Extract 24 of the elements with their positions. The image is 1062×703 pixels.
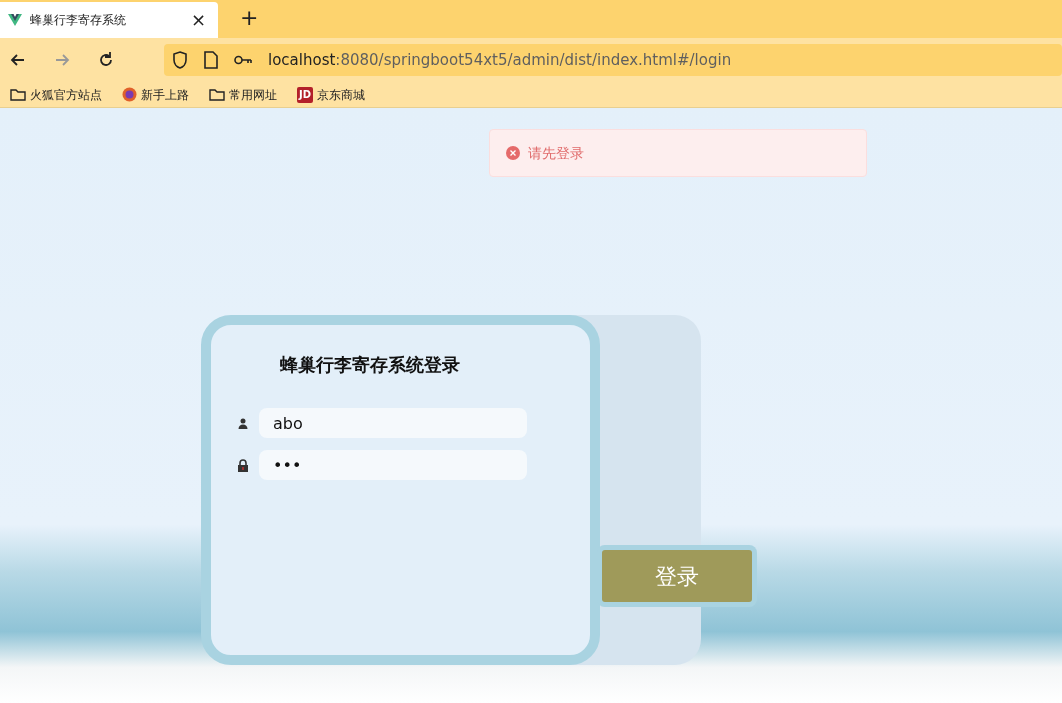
password-field[interactable]: •••	[259, 450, 527, 480]
bookmark[interactable]: 新手上路	[120, 85, 191, 104]
page-icon	[204, 51, 218, 69]
bookmark[interactable]: JD 京东商城	[295, 85, 367, 104]
toast-message: 请先登录	[528, 143, 584, 163]
folder-icon	[10, 88, 26, 101]
browser-tab[interactable]: 蜂巢行李寄存系统 ×	[0, 2, 218, 38]
bookmark[interactable]: 火狐官方站点	[8, 85, 104, 104]
lock-icon	[237, 458, 249, 472]
url-bar[interactable]: localhost:8080/springboot54xt5/admin/dist/index.html#/login	[164, 44, 1062, 76]
user-icon	[237, 416, 249, 430]
login-title: 蜂巢行李寄存系统登录	[280, 353, 461, 377]
bookmark[interactable]: 常用网址	[207, 85, 279, 104]
shield-icon	[172, 51, 188, 69]
tab-title: 蜂巢行李寄存系统	[30, 12, 127, 29]
globe-icon	[122, 87, 137, 102]
new-tab-button[interactable]: +	[234, 6, 265, 30]
error-icon	[506, 146, 520, 160]
folder-icon	[209, 88, 225, 101]
logo-icon: JD	[297, 86, 313, 103]
vue-logo-icon	[8, 14, 22, 26]
username-field[interactable]: abo	[259, 408, 527, 438]
key-icon	[234, 54, 252, 66]
close-tab-button[interactable]: ×	[186, 11, 210, 29]
